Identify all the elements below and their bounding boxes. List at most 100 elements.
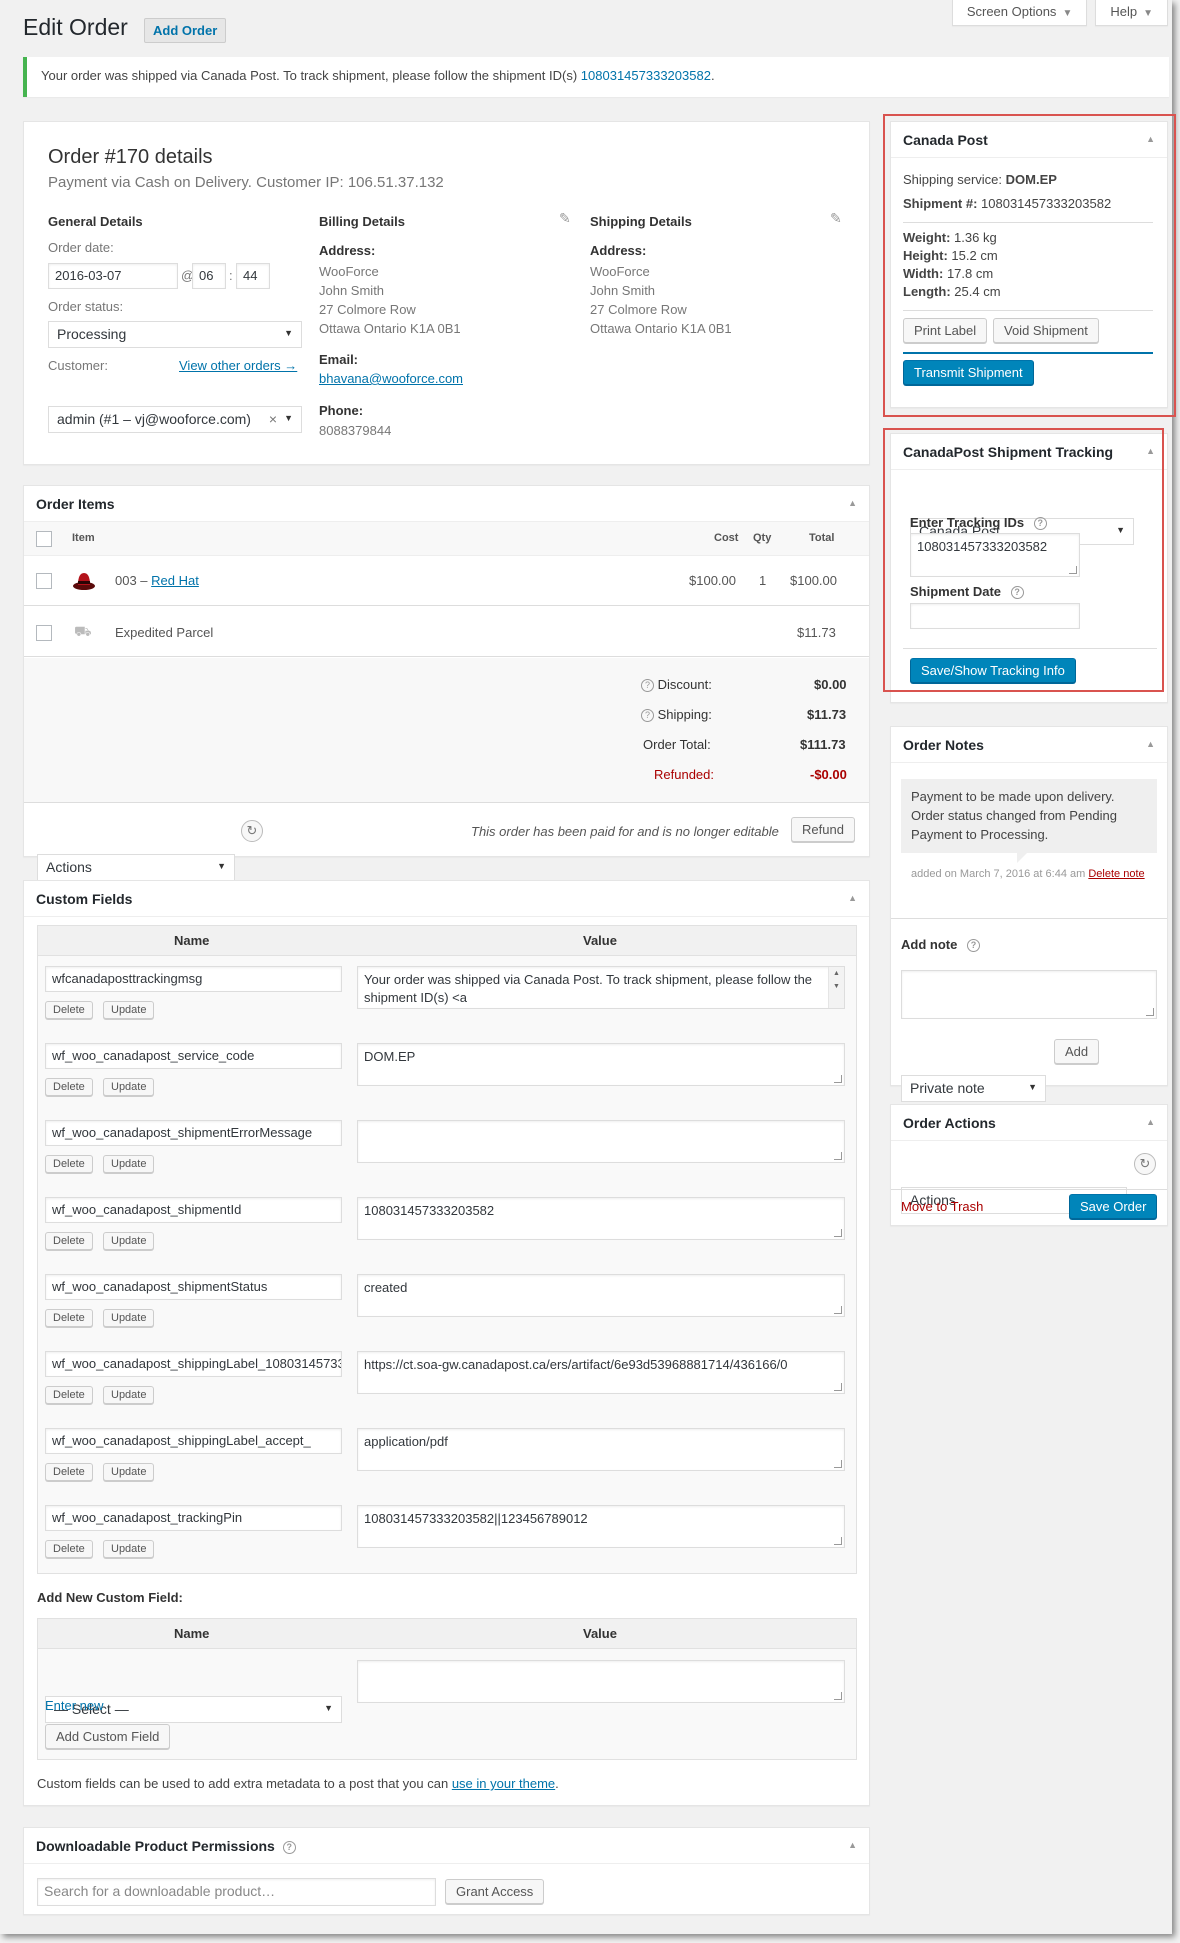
update-field-button[interactable]: Update: [103, 1232, 155, 1250]
billing-email-link[interactable]: bhavana@wooforce.com: [319, 371, 463, 386]
custom-field-name-input[interactable]: wf_woo_canadapost_shipmentErrorMessage: [45, 1120, 342, 1146]
custom-field-value-textarea[interactable]: Your order was shipped via Canada Post. …: [357, 966, 845, 1009]
custom-field-value-textarea[interactable]: created: [357, 1274, 845, 1317]
textarea-scrollbar[interactable]: ▲ ▼: [828, 967, 844, 1008]
custom-field-name-input[interactable]: wf_woo_canadapost_shippingLabel_accept_: [45, 1428, 342, 1454]
delete-field-button[interactable]: Delete: [45, 1309, 93, 1327]
add-order-button[interactable]: Add Order: [144, 18, 227, 43]
toggle-arrow-icon[interactable]: ▲: [1146, 739, 1155, 749]
refresh-icon[interactable]: ↻: [241, 820, 263, 842]
shipping-line-total: $11.73: [797, 625, 836, 640]
customer-select[interactable]: admin (#1 – vj@wooforce.com) × ▼: [48, 406, 302, 433]
downloadable-search-input[interactable]: Search for a downloadable product…: [37, 1878, 436, 1906]
resize-handle[interactable]: [834, 1075, 842, 1083]
resize-handle[interactable]: [834, 1306, 842, 1314]
update-field-button[interactable]: Update: [103, 1463, 155, 1481]
update-field-button[interactable]: Update: [103, 1309, 155, 1327]
resize-handle[interactable]: [834, 1460, 842, 1468]
toggle-arrow-icon[interactable]: ▲: [848, 1840, 857, 1850]
screen-options-tab[interactable]: Screen Options ▼: [951, 0, 1088, 26]
refresh-icon[interactable]: ↻: [1134, 1153, 1156, 1175]
view-other-orders-link[interactable]: View other orders →: [179, 358, 297, 373]
help-icon[interactable]: ?: [641, 709, 654, 723]
custom-field-name-input[interactable]: wf_woo_canadapost_shipmentId: [45, 1197, 342, 1223]
toggle-arrow-icon[interactable]: ▲: [848, 893, 857, 903]
enter-new-link[interactable]: Enter new: [45, 1698, 104, 1713]
new-field-value-textarea[interactable]: [357, 1660, 845, 1703]
refund-button[interactable]: Refund: [791, 817, 855, 842]
note-type-select[interactable]: Private note ▼: [901, 1075, 1046, 1102]
custom-field-name-input[interactable]: wf_woo_canadapost_shipmentStatus: [45, 1274, 342, 1300]
custom-field-value-textarea[interactable]: application/pdf: [357, 1428, 845, 1471]
custom-field-value-textarea[interactable]: 108031457333203582: [357, 1197, 845, 1240]
custom-field-name-input[interactable]: wf_woo_canadapost_shippingLabel_10803145…: [45, 1351, 342, 1377]
item-column-header: Item: [72, 532, 95, 544]
order-items-header[interactable]: Order Items ▲: [24, 486, 869, 522]
custom-field-name-input[interactable]: wf_woo_canadapost_trackingPin: [45, 1505, 342, 1531]
delete-field-button[interactable]: Delete: [45, 1155, 93, 1173]
toggle-arrow-icon[interactable]: ▲: [1146, 1117, 1155, 1127]
delete-field-button[interactable]: Delete: [45, 1386, 93, 1404]
custom-field-value-textarea[interactable]: 108031457333203582||123456789012: [357, 1505, 845, 1548]
order-date-input[interactable]: 2016-03-07: [48, 263, 178, 289]
scroll-up-icon[interactable]: ▲: [829, 967, 844, 980]
update-field-button[interactable]: Update: [103, 1078, 155, 1096]
order-total-label: Order Total:: [643, 737, 711, 752]
delete-note-link[interactable]: Delete note: [1088, 868, 1144, 880]
add-custom-field-button[interactable]: Add Custom Field: [45, 1724, 171, 1749]
clear-customer-icon[interactable]: ×: [269, 411, 277, 427]
delete-field-button[interactable]: Delete: [45, 1078, 93, 1096]
custom-fields-table-header: [38, 926, 856, 956]
resize-handle[interactable]: [834, 1152, 842, 1160]
order-notes-panel: Order Notes ▲ Payment to be made upon del…: [890, 726, 1168, 1102]
use-in-theme-link[interactable]: use in your theme: [452, 1776, 555, 1791]
grant-access-button[interactable]: Grant Access: [445, 1879, 545, 1904]
order-actions-header[interactable]: Order Actions ▲: [891, 1105, 1167, 1141]
order-notes-header[interactable]: Order Notes ▲: [891, 727, 1167, 763]
resize-handle[interactable]: [1146, 1008, 1154, 1016]
delete-field-button[interactable]: Delete: [45, 1540, 93, 1558]
resize-handle[interactable]: [834, 1229, 842, 1237]
update-field-button[interactable]: Update: [103, 1155, 155, 1173]
pencil-icon[interactable]: ✎: [559, 210, 571, 227]
delete-field-button[interactable]: Delete: [45, 1463, 93, 1481]
resize-handle[interactable]: [834, 1692, 842, 1700]
update-field-button[interactable]: Update: [103, 1001, 155, 1019]
items-table-header: Item Cost Qty Total: [24, 522, 869, 556]
item-actions-select[interactable]: Actions ▼: [37, 854, 235, 881]
pencil-icon[interactable]: ✎: [830, 210, 842, 227]
custom-field-value-textarea[interactable]: [357, 1120, 845, 1163]
product-link[interactable]: Red Hat: [151, 573, 199, 588]
downloadable-permissions-header[interactable]: Downloadable Product Permissions ? ▲: [24, 1828, 869, 1864]
custom-field-name-input[interactable]: wfcanadaposttrackingmsg: [45, 966, 342, 992]
help-tab[interactable]: Help ▼: [1095, 0, 1168, 26]
order-hour-input[interactable]: 06: [192, 263, 226, 289]
custom-fields-header[interactable]: Custom Fields ▲: [24, 881, 869, 917]
resize-handle[interactable]: [834, 1537, 842, 1545]
help-icon[interactable]: ?: [282, 1840, 296, 1854]
custom-field-name-input[interactable]: wf_woo_canadapost_service_code: [45, 1043, 342, 1069]
billing-address: WooForce John Smith 27 Colmore Row Ottaw…: [319, 262, 461, 338]
resize-handle[interactable]: [834, 1383, 842, 1391]
order-status-select[interactable]: Processing ▼: [48, 321, 302, 348]
help-icon[interactable]: ?: [966, 939, 980, 953]
move-to-trash-link[interactable]: Move to Trash: [901, 1199, 983, 1214]
save-order-button[interactable]: Save Order: [1069, 1194, 1158, 1219]
custom-field-value-textarea[interactable]: https://ct.soa-gw.canadapost.ca/ers/arti…: [357, 1351, 845, 1394]
add-note-textarea[interactable]: [901, 970, 1157, 1019]
custom-field-value-textarea[interactable]: DOM.EP: [357, 1043, 845, 1086]
order-minute-input[interactable]: 44: [236, 263, 270, 289]
update-field-button[interactable]: Update: [103, 1540, 155, 1558]
select-all-checkbox[interactable]: [36, 531, 52, 547]
add-note-button[interactable]: Add: [1054, 1039, 1100, 1064]
help-icon[interactable]: ?: [641, 679, 654, 693]
toggle-arrow-icon[interactable]: ▲: [848, 498, 857, 508]
update-field-button[interactable]: Update: [103, 1386, 155, 1404]
shipping-checkbox[interactable]: [36, 625, 52, 641]
notice-shipment-link[interactable]: 108031457333203582: [581, 68, 711, 83]
item-checkbox[interactable]: [36, 573, 52, 589]
delete-field-button[interactable]: Delete: [45, 1232, 93, 1250]
scroll-down-icon[interactable]: ▼: [829, 980, 844, 993]
delete-field-button[interactable]: Delete: [45, 1001, 93, 1019]
caret-down-icon: ▼: [1062, 8, 1073, 19]
